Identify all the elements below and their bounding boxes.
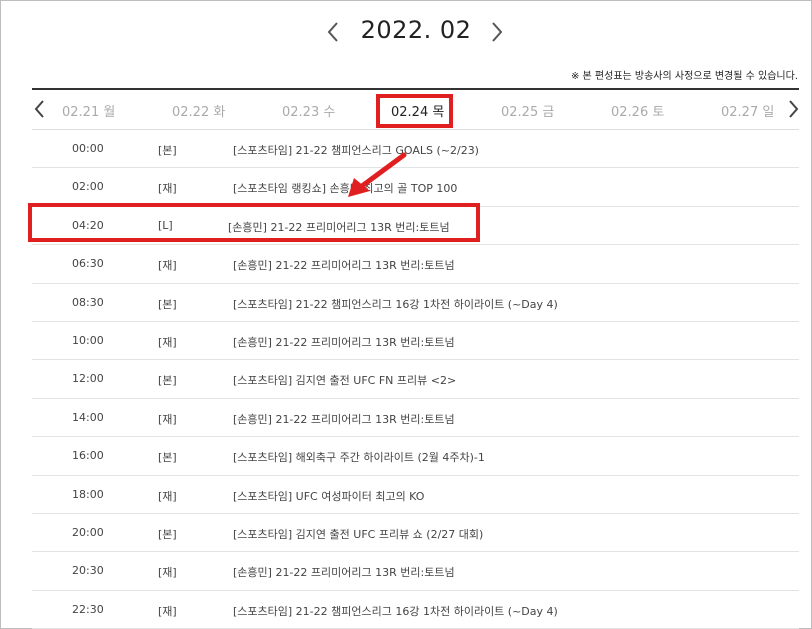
tab-day-0226[interactable]: 02.26 토 bbox=[611, 101, 664, 120]
schedule-row[interactable]: 00:00 [본] [스포츠타임] 21-22 챔피언스리그 GOALS (~2… bbox=[32, 130, 799, 169]
program-type: [재] bbox=[158, 259, 177, 273]
program-time: 14:00 bbox=[72, 410, 104, 424]
program-title: [스포츠타임] 김지연 출전 UFC 프리뷰 쇼 (2/27 대회) bbox=[233, 527, 484, 541]
program-type: [본] bbox=[158, 297, 177, 311]
schedule-row[interactable]: 08:30 [본] [스포츠타임] 21-22 챔피언스리그 16강 1차전 하… bbox=[32, 284, 799, 322]
program-time: 08:30 bbox=[72, 295, 104, 309]
red-arrow-icon bbox=[348, 152, 407, 197]
live-row-highlight bbox=[28, 203, 480, 242]
program-time: 18:00 bbox=[72, 487, 104, 501]
program-type: [재] bbox=[158, 566, 177, 580]
program-time: 16:00 bbox=[72, 449, 104, 463]
schedule-row[interactable]: 14:00 [재] [손흥민] 21-22 프리미어리그 13R 번리:토트넘 bbox=[32, 399, 799, 438]
chevron-right-icon[interactable] bbox=[783, 96, 803, 122]
schedule-row[interactable]: 12:00 [본] [스포츠타임] 김지연 출전 UFC FN 프리뷰 <2> bbox=[32, 360, 799, 399]
program-title: [스포츠타임] 김지연 출전 UFC FN 프리뷰 <2> bbox=[233, 374, 457, 388]
chevron-left-icon[interactable] bbox=[30, 96, 50, 122]
month-navigation: 2022. 02 bbox=[0, 12, 812, 54]
program-type: [본] bbox=[158, 527, 177, 541]
program-title: [스포츠타임] 21-22 챔피언스리그 16강 1차전 하이라이트 (~Day… bbox=[233, 604, 558, 618]
schedule-row[interactable]: 06:30 [재] [손흥민] 21-22 프리미어리그 13R 번리:토트넘 bbox=[32, 245, 799, 284]
tab-day-0221[interactable]: 02.21 월 bbox=[62, 101, 115, 120]
program-title: [스포츠타임] 해외축구 주간 하이라이트 (2월 4주차)-1 bbox=[233, 451, 485, 465]
program-title: [손흥민] 21-22 프리미어리그 13R 번리:토트넘 bbox=[233, 566, 455, 580]
day-tabs: 02.21 월 02.22 화 02.23 수 02.24 목 02.25 금 … bbox=[32, 88, 799, 130]
tab-day-0222[interactable]: 02.22 화 bbox=[172, 101, 225, 120]
tab-day-0227[interactable]: 02.27 일 bbox=[721, 101, 774, 120]
schedule-row[interactable]: 20:00 [본] [스포츠타임] 김지연 출전 UFC 프리뷰 쇼 (2/27… bbox=[32, 514, 799, 553]
program-type: [재] bbox=[158, 182, 177, 196]
program-title: [손흥민] 21-22 프리미어리그 13R 번리:토트넘 bbox=[233, 259, 455, 273]
program-time: 20:30 bbox=[72, 564, 104, 578]
program-time: 12:00 bbox=[72, 372, 104, 386]
program-time: 20:00 bbox=[72, 525, 104, 539]
program-type: [본] bbox=[158, 374, 177, 388]
schedule-row[interactable]: 02:00 [재] [스포츠타임 랭킹쇼] 손흥민 최고의 골 TOP 100 bbox=[32, 168, 799, 207]
program-type: [재] bbox=[158, 335, 177, 349]
chevron-right-icon[interactable] bbox=[484, 18, 508, 46]
program-time: 22:30 bbox=[72, 602, 104, 616]
schedule-row[interactable]: 10:00 [재] [손흥민] 21-22 프리미어리그 13R 번리:토트넘 bbox=[32, 322, 799, 361]
program-type: [본] bbox=[158, 451, 177, 465]
schedule-notice: ※ 본 편성표는 방송사의 사정으로 변경될 수 있습니다. bbox=[570, 71, 798, 82]
program-time: 06:30 bbox=[72, 257, 104, 271]
program-title: [손흥민] 21-22 프리미어리그 13R 번리:토트넘 bbox=[233, 335, 455, 349]
program-type: [재] bbox=[158, 604, 177, 618]
program-type: [본] bbox=[158, 144, 177, 157]
tab-day-0225[interactable]: 02.25 금 bbox=[501, 101, 554, 120]
program-time: 10:00 bbox=[72, 333, 104, 347]
schedule-row[interactable]: 22:30 [재] [스포츠타임] 21-22 챔피언스리그 16강 1차전 하… bbox=[32, 591, 799, 629]
chevron-left-icon[interactable] bbox=[322, 18, 346, 46]
program-title: [스포츠타임] UFC 여성파이터 최고의 KO bbox=[233, 489, 425, 503]
tab-day-0223[interactable]: 02.23 수 bbox=[282, 101, 335, 120]
schedule-row[interactable]: 18:00 [재] [스포츠타임] UFC 여성파이터 최고의 KO bbox=[32, 476, 799, 514]
active-tab-highlight bbox=[376, 94, 453, 128]
schedule-row[interactable]: 20:30 [재] [손흥민] 21-22 프리미어리그 13R 번리:토트넘 bbox=[32, 552, 799, 591]
program-time: 02:00 bbox=[72, 180, 104, 194]
schedule-row[interactable]: 16:00 [본] [스포츠타임] 해외축구 주간 하이라이트 (2월 4주차)… bbox=[32, 437, 799, 476]
program-type: [재] bbox=[158, 412, 177, 426]
program-type: [재] bbox=[158, 489, 177, 503]
program-title: [스포츠타임] 21-22 챔피언스리그 16강 1차전 하이라이트 (~Day… bbox=[233, 297, 558, 311]
program-time: 00:00 bbox=[72, 142, 104, 155]
month-title: 2022. 02 bbox=[360, 16, 472, 44]
program-title: [손흥민] 21-22 프리미어리그 13R 번리:토트넘 bbox=[233, 412, 455, 426]
